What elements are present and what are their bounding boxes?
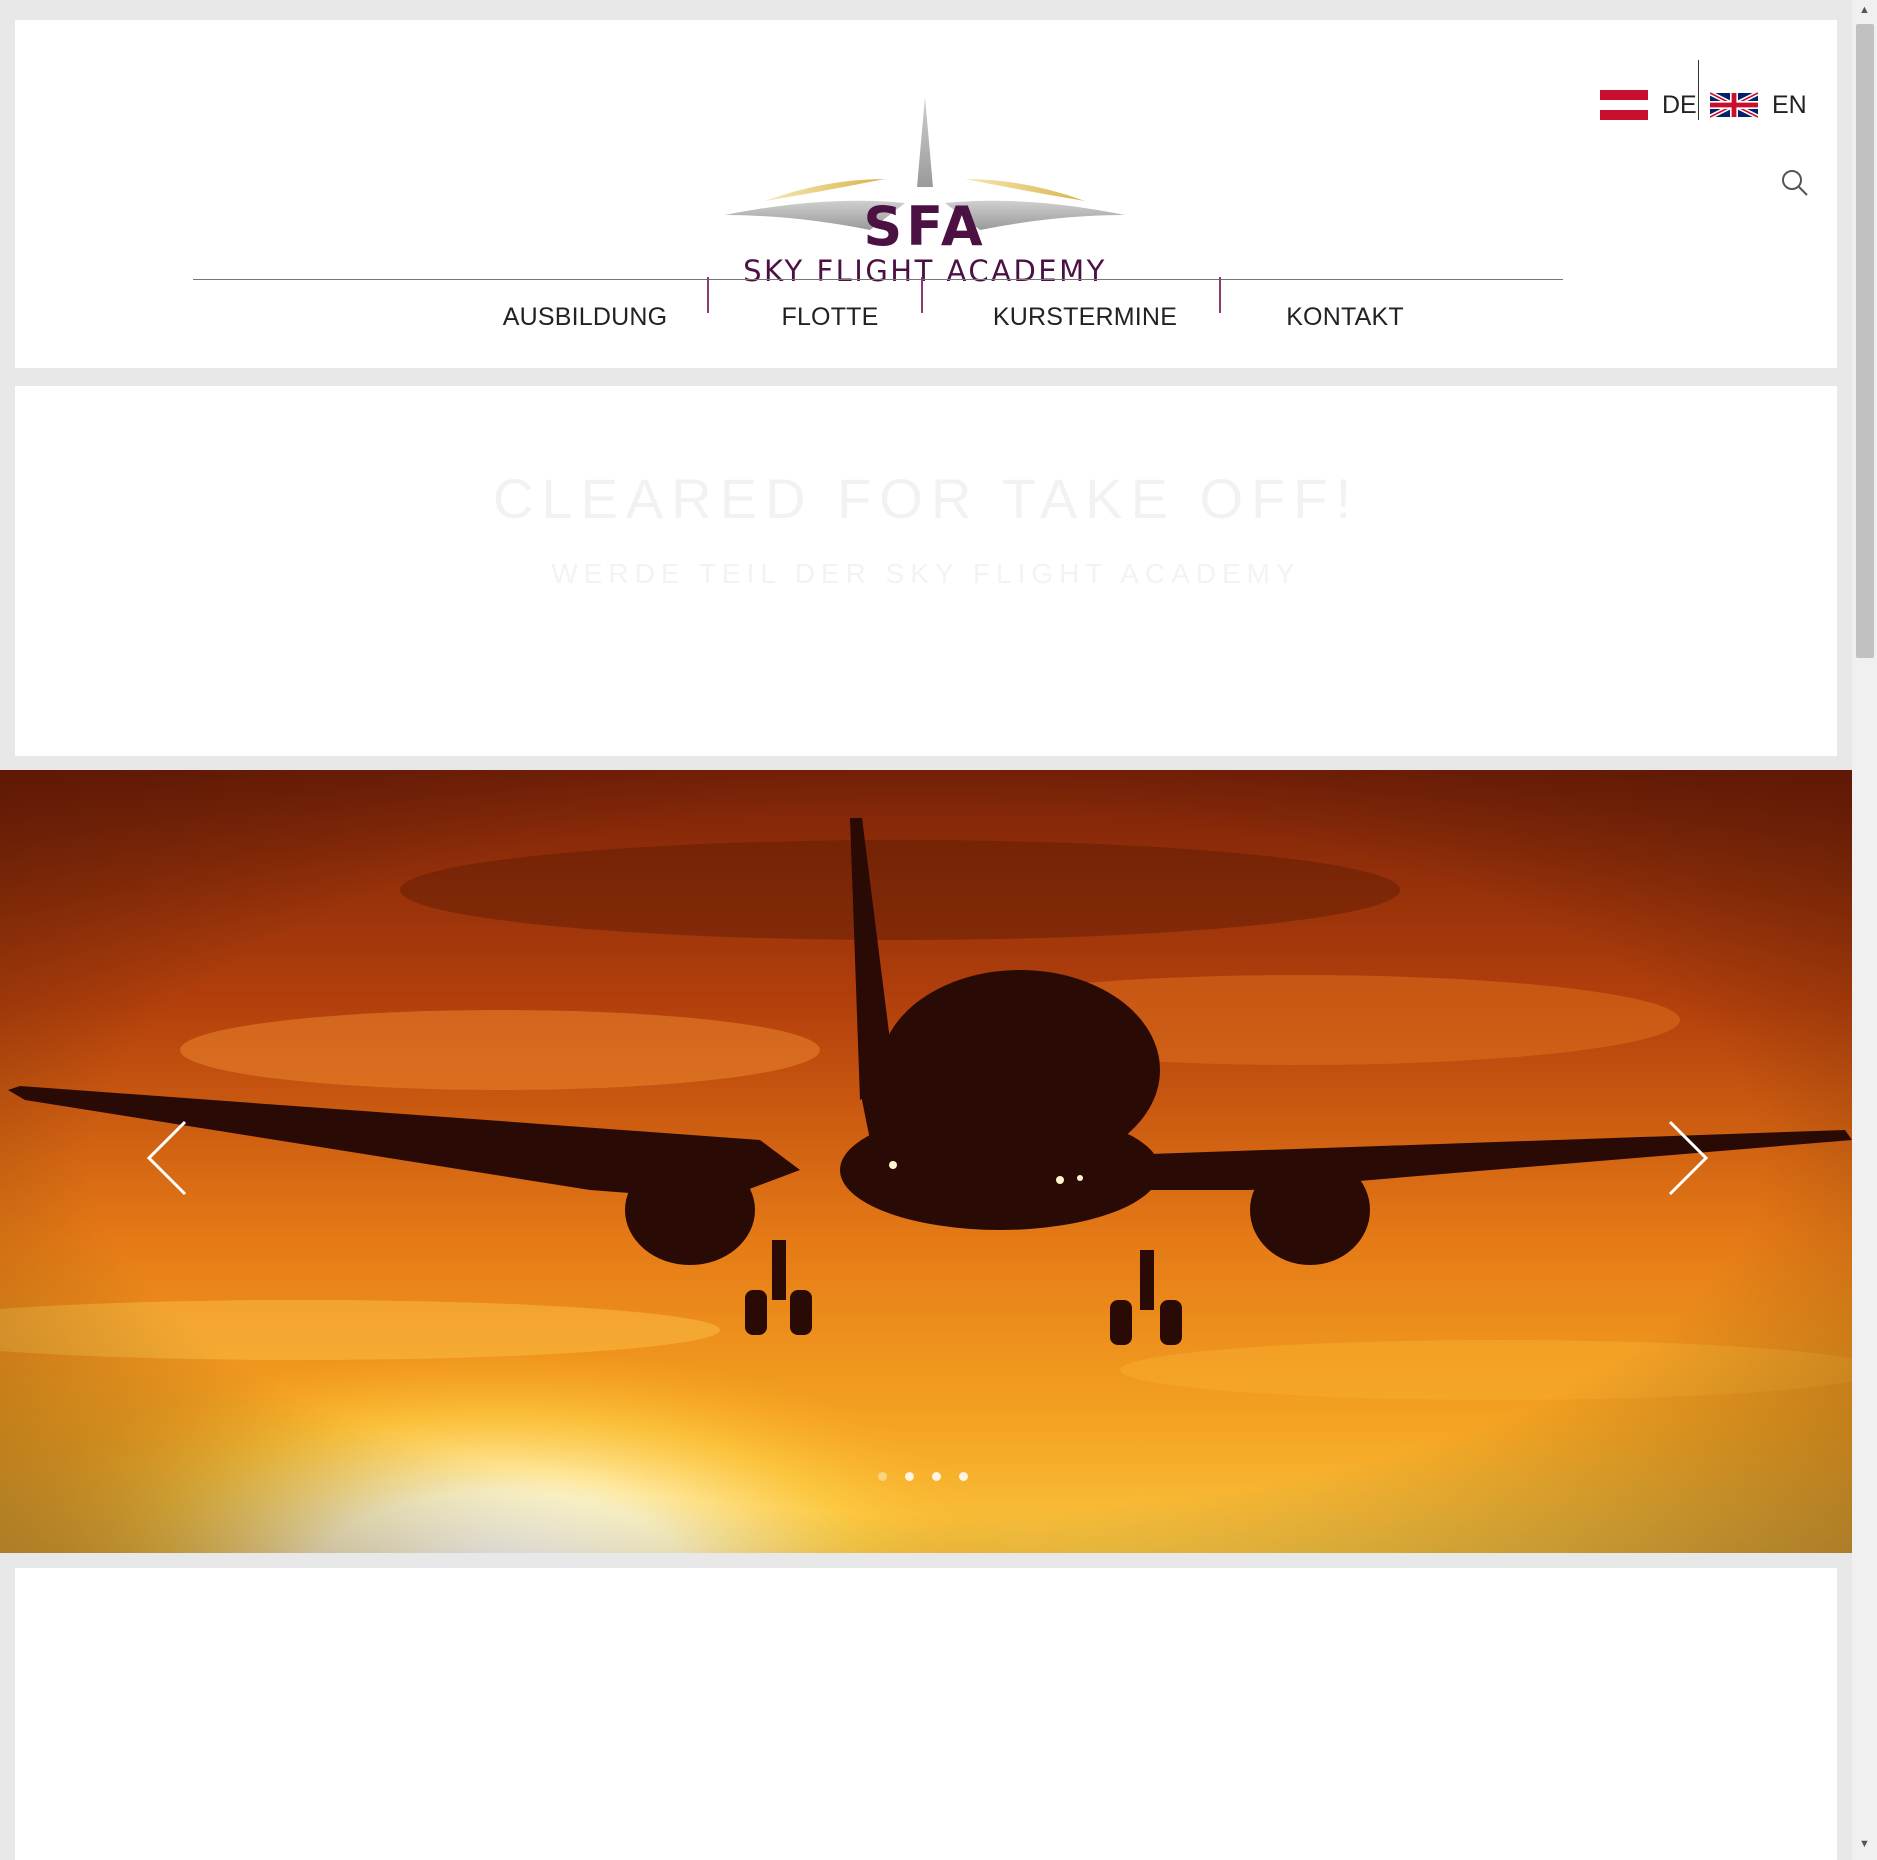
uk-flag-icon	[1710, 90, 1758, 120]
scrollbar-thumb[interactable]	[1856, 24, 1874, 658]
slider-dot[interactable]	[932, 1472, 941, 1481]
header-divider	[193, 279, 1563, 280]
chevron-right-icon[interactable]	[1660, 1118, 1710, 1198]
scroll-down-icon[interactable]: ▼	[1852, 1838, 1877, 1856]
language-divider	[1698, 60, 1699, 120]
slider-dot[interactable]	[905, 1472, 914, 1481]
content-section	[15, 1568, 1837, 1860]
brand-name: SKY FLIGHT ACADEMY	[743, 254, 1107, 288]
nav-separator	[1219, 277, 1221, 313]
slider-dot[interactable]	[959, 1472, 968, 1481]
intro-title: CLEARED FOR TAKE OFF!	[492, 467, 1360, 530]
language-en-label: EN	[1772, 90, 1807, 119]
main-nav: AUSBILDUNG FLOTTE KURSTERMINE KONTAKT	[15, 298, 1837, 354]
austria-flag-icon	[1600, 90, 1648, 120]
nav-separator	[921, 277, 923, 313]
scroll-up-icon[interactable]: ▲	[1852, 4, 1877, 22]
language-de[interactable]: DE	[1600, 70, 1697, 140]
slider-dot[interactable]	[878, 1472, 887, 1481]
intro-section: CLEARED FOR TAKE OFF! WERDE TEIL DER SKY…	[15, 386, 1837, 756]
site-header: SFA SKY FLIGHT ACADEMY DE EN AUSBILDUNG …	[15, 20, 1837, 368]
nav-kontakt[interactable]: KONTAKT	[1255, 298, 1435, 354]
nav-ausbildung[interactable]: AUSBILDUNG	[485, 298, 685, 354]
logo-icon: SFA SKY FLIGHT ACADEMY	[725, 97, 1125, 288]
language-de-label: DE	[1662, 90, 1697, 119]
nav-flotte[interactable]: FLOTTE	[745, 298, 915, 354]
hero-image	[0, 770, 1852, 1553]
nav-separator	[707, 277, 709, 313]
language-en[interactable]: EN	[1710, 70, 1807, 140]
search-icon[interactable]	[1780, 168, 1810, 198]
chevron-left-icon[interactable]	[145, 1118, 195, 1198]
nav-kurstermine[interactable]: KURSTERMINE	[975, 298, 1195, 354]
brand-initials: SFA	[863, 195, 986, 258]
sfa-logo[interactable]: SFA SKY FLIGHT ACADEMY	[705, 75, 1145, 295]
page-scrollbar[interactable]: ▲ ▼	[1852, 0, 1877, 1860]
hero-slider	[0, 770, 1852, 1553]
intro-subtitle: WERDE TEIL DER SKY FLIGHT ACADEMY	[551, 558, 1301, 589]
slider-pagination	[878, 1472, 968, 1481]
